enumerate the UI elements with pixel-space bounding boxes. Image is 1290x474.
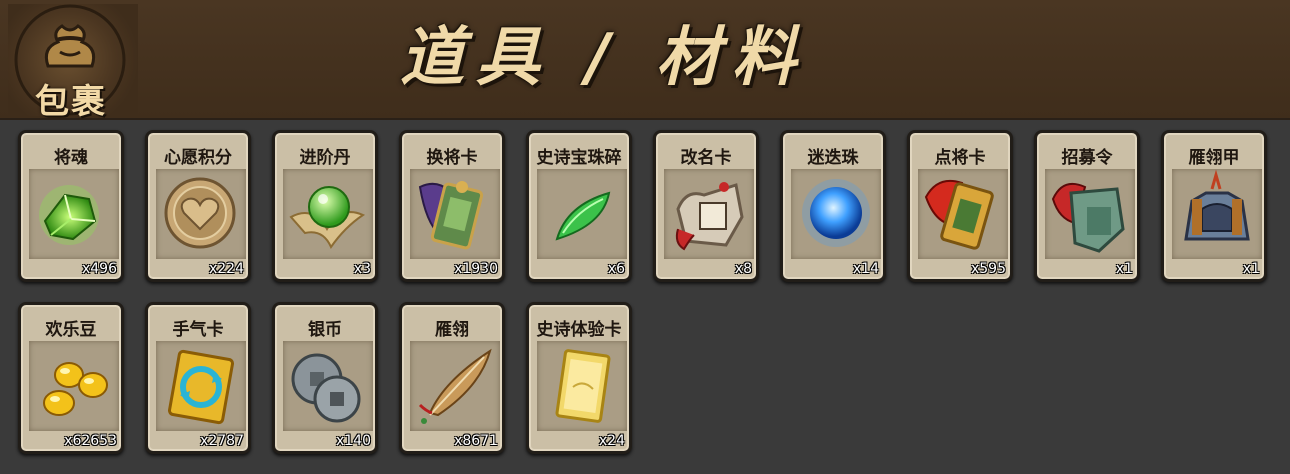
green-crystal-icon <box>39 185 99 245</box>
item-card[interactable]: 心愿积分 x224 <box>145 130 251 282</box>
item-slot <box>29 169 119 259</box>
item-card[interactable]: 手气卡 x2787 <box>145 302 251 454</box>
luck-card-icon <box>167 349 235 425</box>
item-slot <box>1045 169 1135 259</box>
item-count: x6 <box>607 261 625 277</box>
item-name: 欢乐豆 <box>45 320 97 340</box>
gold-beans-icon <box>43 362 108 416</box>
item-card[interactable]: 迷迭珠 x14 <box>780 130 886 282</box>
feather-icon <box>418 348 492 424</box>
item-slot <box>283 169 373 259</box>
item-card[interactable]: 雁翎 x8671 <box>399 302 505 454</box>
general-select-card-icon <box>924 179 994 250</box>
item-count: x14 <box>852 261 879 277</box>
item-card[interactable]: 将魂 x496 <box>18 130 124 282</box>
bag-label: 包裹 <box>35 82 107 122</box>
item-name: 雁翎 <box>435 320 469 340</box>
general-swap-card-icon <box>418 181 484 250</box>
item-count: x1930 <box>454 261 498 277</box>
item-count: x1 <box>1115 261 1133 277</box>
item-slot <box>791 169 881 259</box>
item-count: x8671 <box>454 433 498 449</box>
item-slot <box>283 341 373 431</box>
item-slot <box>537 169 627 259</box>
item-card[interactable]: 欢乐豆 x62653 <box>18 302 124 454</box>
silver-coins-icon <box>291 353 361 423</box>
item-card[interactable]: 招募令 x1 <box>1034 130 1140 282</box>
item-card[interactable]: 改名卡 x8 <box>653 130 759 282</box>
item-slot <box>29 341 119 431</box>
item-slot <box>537 341 627 431</box>
item-count: x24 <box>598 433 625 449</box>
item-slot <box>410 341 500 431</box>
item-count: x8 <box>734 261 752 277</box>
item-card[interactable]: 点将卡 x595 <box>907 130 1013 282</box>
item-count: x2787 <box>200 433 244 449</box>
item-card[interactable]: 银币 x140 <box>272 302 378 454</box>
item-name: 换将卡 <box>426 148 478 168</box>
item-card[interactable]: 换将卡 x1930 <box>399 130 505 282</box>
item-slot <box>1172 169 1262 259</box>
item-slot <box>156 169 246 259</box>
item-name: 进阶丹 <box>299 148 351 168</box>
bag-badge[interactable]: 包裹 <box>8 4 138 122</box>
item-slot <box>410 169 500 259</box>
item-count: x62653 <box>64 433 117 449</box>
item-card[interactable]: 雁翎甲 x1 <box>1161 130 1267 282</box>
item-count: x496 <box>81 261 117 277</box>
item-count: x595 <box>970 261 1006 277</box>
page-title: 道具 / 材料 <box>400 21 808 95</box>
item-count: x140 <box>335 433 371 449</box>
item-card[interactable]: 进阶丹 x3 <box>272 130 378 282</box>
heart-coin-icon <box>164 177 236 249</box>
item-count: x1 <box>1242 261 1260 277</box>
item-card[interactable]: 史诗体验卡 x24 <box>526 302 632 454</box>
recruit-token-icon <box>1051 183 1125 253</box>
item-name: 银币 <box>308 320 342 340</box>
armor-icon <box>1184 169 1250 241</box>
item-name: 雁翎甲 <box>1188 148 1240 168</box>
item-count: x3 <box>353 261 371 277</box>
item-name: 改名卡 <box>680 148 732 168</box>
item-name: 史诗宝珠碎 <box>536 148 622 168</box>
green-pill-icon <box>289 186 366 250</box>
item-slot <box>664 169 754 259</box>
jade-shard-icon <box>555 191 611 241</box>
item-slot <box>156 341 246 431</box>
blue-orb-icon <box>802 179 870 247</box>
rename-card-icon <box>675 182 744 251</box>
header-bar: 包裹 道具 / 材料 <box>0 0 1290 122</box>
item-name: 迷迭珠 <box>807 148 859 168</box>
item-slot <box>918 169 1008 259</box>
item-name: 点将卡 <box>934 148 986 168</box>
gold-card-icon <box>555 349 611 423</box>
item-name: 手气卡 <box>172 320 224 340</box>
item-name: 心愿积分 <box>164 148 232 168</box>
item-name: 招募令 <box>1061 148 1113 168</box>
item-count: x224 <box>208 261 244 277</box>
item-card[interactable]: 史诗宝珠碎 x6 <box>526 130 632 282</box>
item-name: 史诗体验卡 <box>536 320 622 340</box>
item-name: 将魂 <box>54 148 88 168</box>
